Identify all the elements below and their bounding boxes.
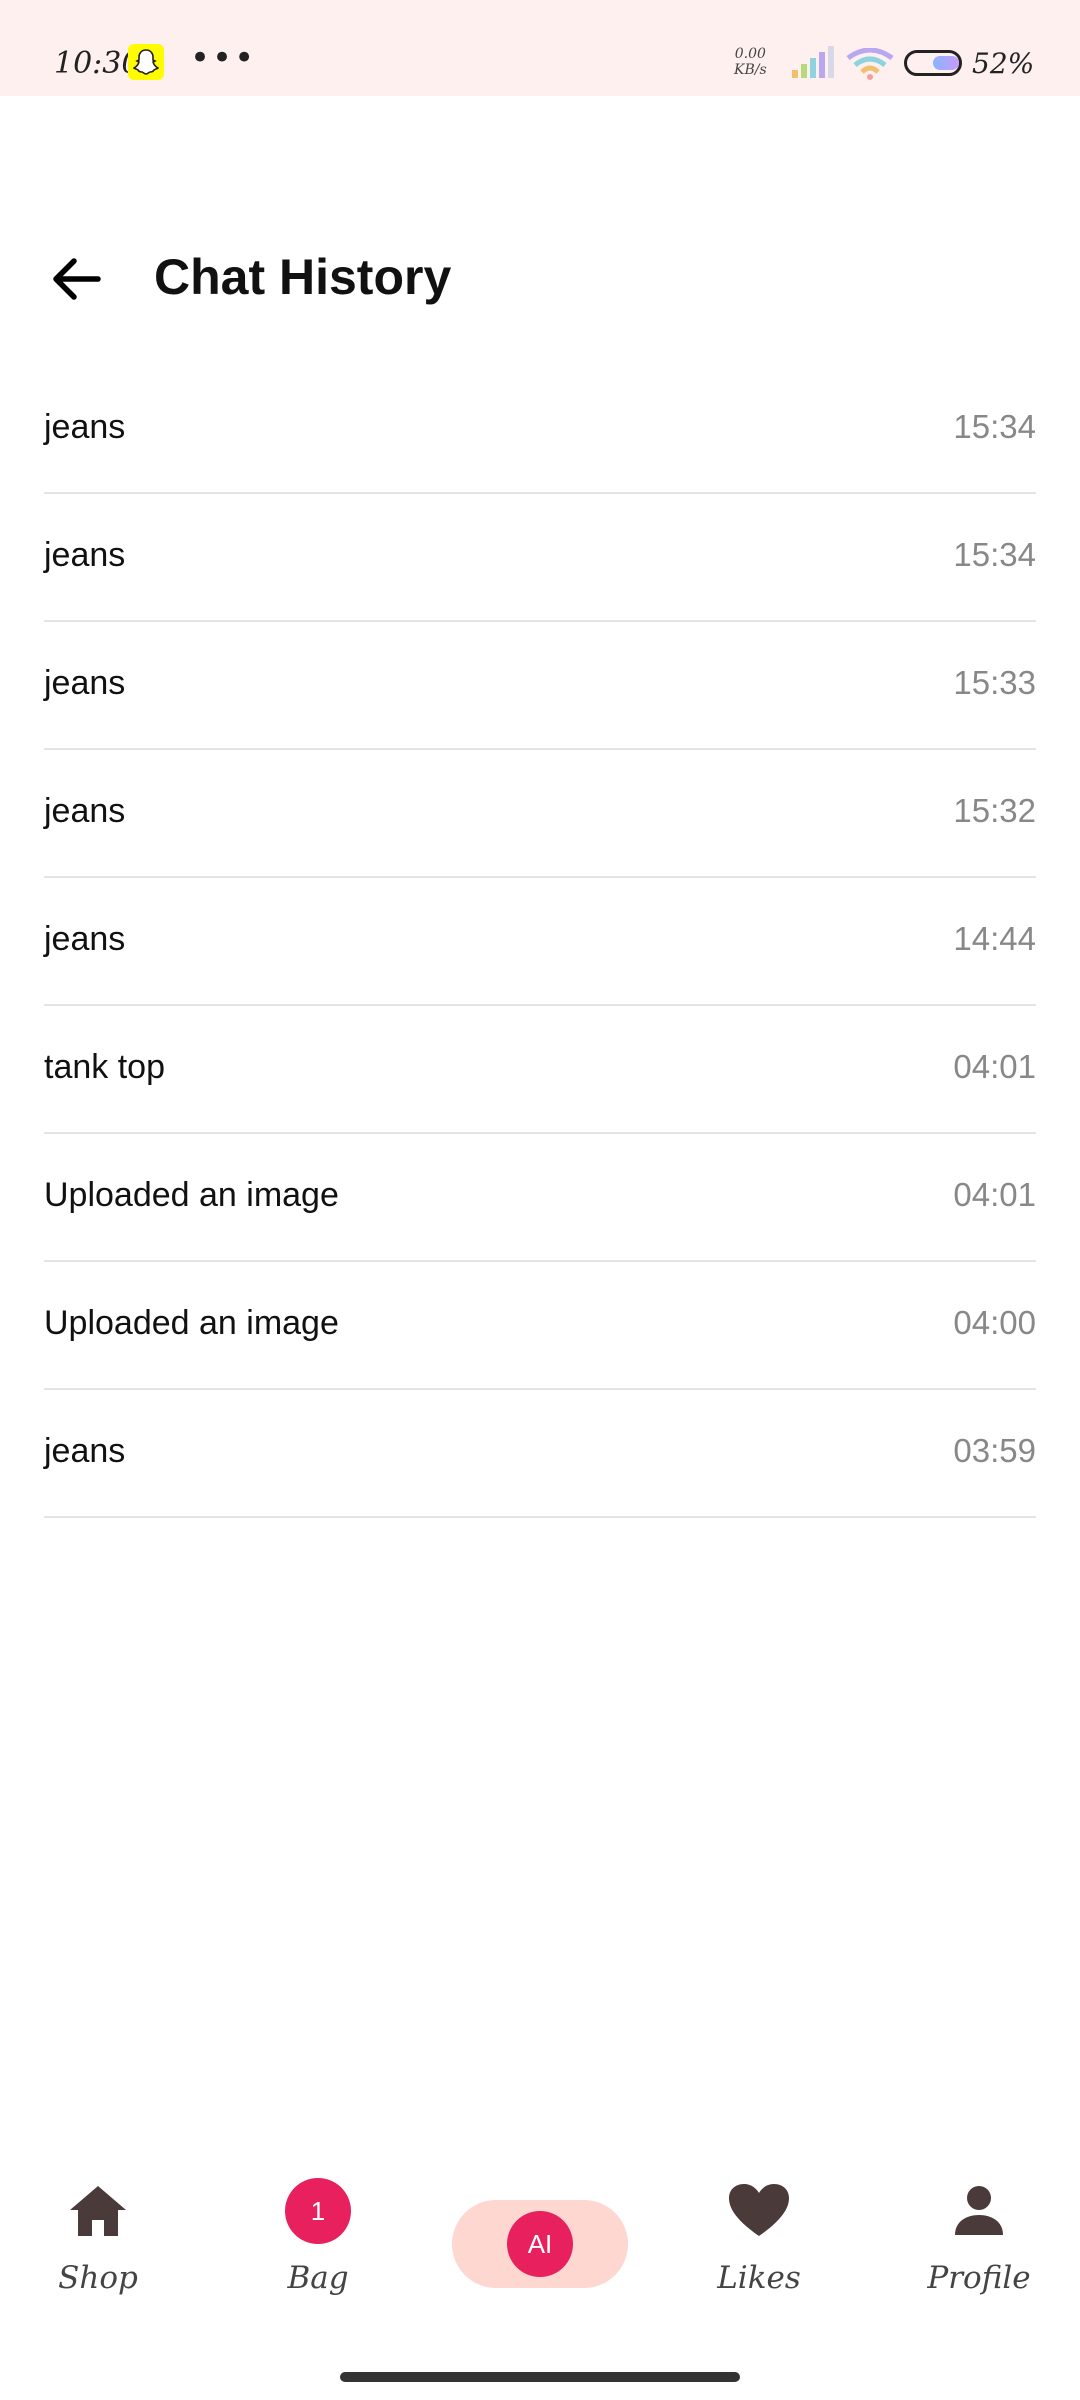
cell-signal-icon <box>792 46 836 82</box>
chat-timestamp: 15:34 <box>953 408 1036 445</box>
snapchat-ghost-icon <box>128 44 164 80</box>
chat-timestamp: 03:59 <box>953 1432 1036 1469</box>
chat-title: jeans <box>44 408 126 446</box>
home-icon <box>65 2178 131 2244</box>
chat-title: Uploaded an image <box>44 1176 339 1214</box>
battery-percent: 52% <box>972 47 1035 80</box>
chat-title: jeans <box>44 536 126 574</box>
more-notifications-icon: ••• <box>190 38 257 78</box>
arrow-left-icon <box>52 257 102 305</box>
battery-icon <box>904 50 962 76</box>
chat-title: jeans <box>44 792 126 830</box>
battery-level-fill <box>933 56 959 70</box>
ai-badge: AI <box>507 2211 573 2277</box>
page-title: Chat History <box>154 249 452 305</box>
chat-timestamp: 14:44 <box>953 920 1036 957</box>
chat-timestamp: 15:32 <box>953 792 1036 829</box>
chat-history-list: jeans 15:34 jeans 15:34 jeans 15:33 jean… <box>44 366 1036 1518</box>
chat-title: jeans <box>44 1432 126 1470</box>
chat-history-item[interactable]: jeans 03:59 <box>44 1390 1036 1518</box>
chat-history-item[interactable]: jeans 15:32 <box>44 750 1036 878</box>
chat-title: tank top <box>44 1048 165 1086</box>
chat-timestamp: 04:01 <box>953 1176 1036 1213</box>
chat-history-item[interactable]: jeans 15:33 <box>44 622 1036 750</box>
network-speed-unit: KB/s <box>734 62 767 78</box>
nav-profile[interactable]: Profile <box>899 2178 1059 2318</box>
nav-label-likes: Likes <box>717 2260 801 2296</box>
network-speed-value: 0.00 <box>734 46 766 62</box>
bag-badge: 1 <box>285 2178 351 2244</box>
chat-timestamp: 04:00 <box>953 1304 1036 1341</box>
chat-title: jeans <box>44 664 126 702</box>
chat-title: Uploaded an image <box>44 1304 339 1342</box>
home-indicator[interactable] <box>340 2372 740 2382</box>
nav-label-bag: Bag <box>287 2260 349 2296</box>
status-bar: 10:30 ••• 0.00 KB/s 52% <box>0 0 1080 96</box>
heart-icon <box>726 2178 792 2244</box>
chat-timestamp: 04:01 <box>953 1048 1036 1085</box>
nav-label-profile: Profile <box>927 2260 1031 2296</box>
network-speed: 0.00 KB/s <box>734 46 767 78</box>
chat-history-item[interactable]: jeans 15:34 <box>44 494 1036 622</box>
chat-timestamp: 15:33 <box>953 664 1036 701</box>
nav-bag[interactable]: 1 Bag <box>238 2178 398 2318</box>
nav-likes[interactable]: Likes <box>679 2178 839 2318</box>
person-icon <box>946 2178 1012 2244</box>
chat-history-item[interactable]: Uploaded an image 04:00 <box>44 1262 1036 1390</box>
nav-shop[interactable]: Shop <box>18 2178 178 2318</box>
bag-count-badge: 1 <box>285 2178 351 2244</box>
nav-label-shop: Shop <box>58 2260 138 2296</box>
back-button[interactable] <box>40 244 114 318</box>
chat-history-item[interactable]: jeans 15:34 <box>44 366 1036 494</box>
chat-timestamp: 15:34 <box>953 536 1036 573</box>
ai-assistant-button[interactable]: AI <box>452 2200 628 2288</box>
wifi-icon <box>846 47 894 84</box>
chat-history-item[interactable]: Uploaded an image 04:01 <box>44 1134 1036 1262</box>
chat-history-item[interactable]: jeans 14:44 <box>44 878 1036 1006</box>
chat-title: jeans <box>44 920 126 958</box>
chat-history-item[interactable]: tank top 04:01 <box>44 1006 1036 1134</box>
